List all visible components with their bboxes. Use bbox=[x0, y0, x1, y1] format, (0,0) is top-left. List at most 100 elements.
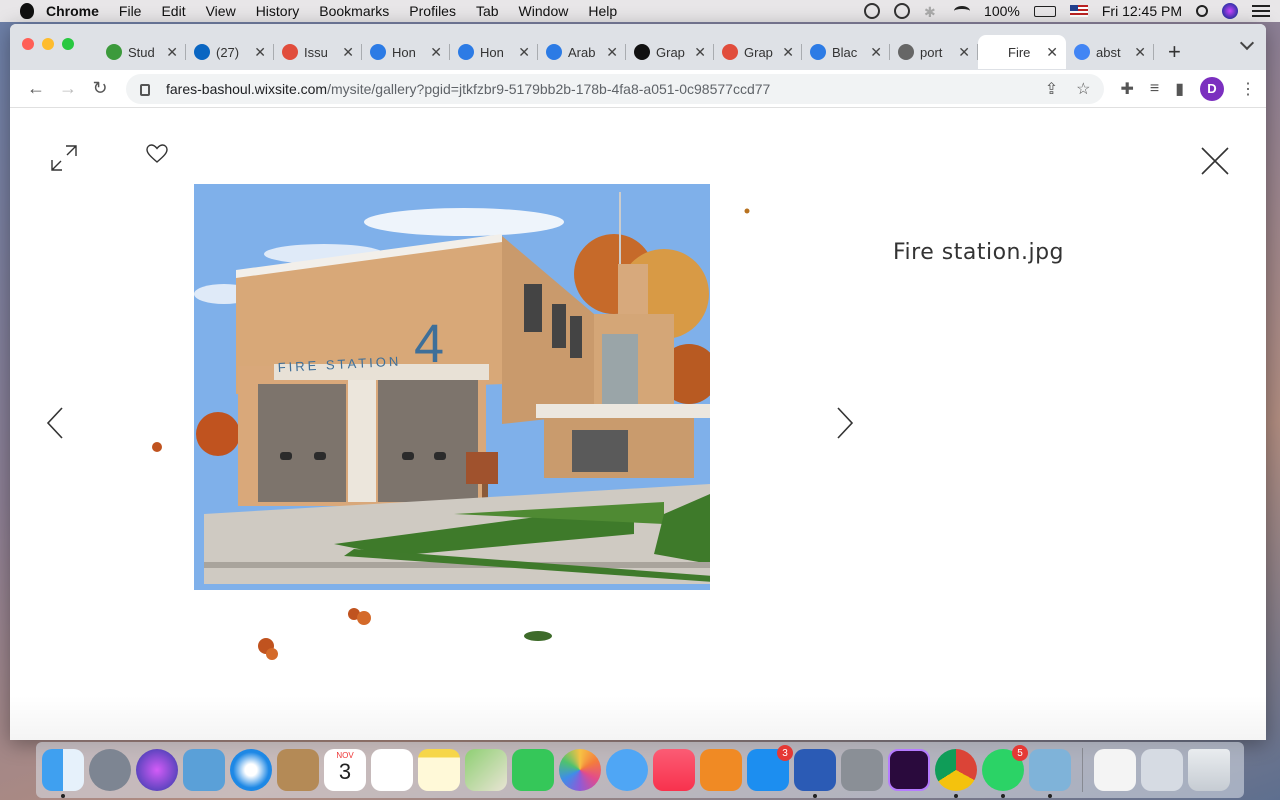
tab-close-icon[interactable]: ✕ bbox=[1134, 44, 1146, 61]
facetime-icon[interactable] bbox=[512, 749, 554, 791]
reminders-icon[interactable] bbox=[371, 749, 413, 791]
apple-icon[interactable] bbox=[20, 3, 34, 19]
tab-close-icon[interactable]: ✕ bbox=[430, 44, 442, 61]
previous-arrow-icon[interactable] bbox=[44, 406, 66, 440]
wifi-icon[interactable] bbox=[954, 6, 971, 16]
chrome-menu-icon[interactable]: ⋮ bbox=[1240, 79, 1256, 99]
zoom-window-button[interactable] bbox=[62, 38, 74, 50]
spotlight-icon[interactable] bbox=[1196, 5, 1208, 17]
gallery-image[interactable]: FIRE STATION 4 bbox=[194, 184, 710, 590]
menubar-clock[interactable]: Fri 12:45 PM bbox=[1102, 3, 1182, 19]
image-title: Fire station.jpg bbox=[893, 240, 1065, 265]
bookmark-star-icon[interactable]: ☆ bbox=[1076, 79, 1090, 99]
tab-close-icon[interactable]: ✕ bbox=[342, 44, 354, 61]
browser-tab[interactable]: Fire ✕ bbox=[978, 35, 1066, 69]
menu-help[interactable]: Help bbox=[588, 3, 617, 19]
browser-tab[interactable]: Issu ✕ bbox=[274, 35, 362, 69]
reload-button[interactable]: ↻ bbox=[84, 75, 116, 103]
heart-icon[interactable] bbox=[146, 144, 168, 164]
url-host: fares-bashoul.wixsite.com bbox=[166, 80, 328, 97]
safari-icon[interactable] bbox=[230, 749, 272, 791]
contacts-icon[interactable] bbox=[277, 749, 319, 791]
system-preferences-icon[interactable] bbox=[841, 749, 883, 791]
messages-icon[interactable] bbox=[606, 749, 648, 791]
launchpad-icon[interactable] bbox=[89, 749, 131, 791]
whatsapp-icon[interactable]: 5 bbox=[982, 745, 1028, 798]
browser-tab[interactable]: (27) ✕ bbox=[186, 35, 274, 69]
browser-tab[interactable]: Hon ✕ bbox=[362, 35, 450, 69]
back-button[interactable]: ← bbox=[20, 75, 52, 103]
browser-tab[interactable]: port ✕ bbox=[890, 35, 978, 69]
downloads-stack-icon[interactable] bbox=[1094, 749, 1136, 791]
leaf-decoration bbox=[348, 608, 371, 625]
minimize-window-button[interactable] bbox=[42, 38, 54, 50]
tab-search-chevron-icon[interactable] bbox=[1239, 35, 1255, 51]
close-window-button[interactable] bbox=[22, 38, 34, 50]
calendar-icon[interactable]: NOV 3 bbox=[324, 749, 366, 791]
extensions-puzzle-icon[interactable]: ✚ bbox=[1120, 79, 1133, 99]
recent-document-icon[interactable] bbox=[1141, 749, 1183, 791]
close-icon[interactable] bbox=[1200, 146, 1230, 176]
tab-close-icon[interactable]: ✕ bbox=[958, 44, 970, 61]
creative-cloud-icon[interactable] bbox=[864, 3, 881, 19]
music-icon[interactable] bbox=[653, 749, 695, 791]
preview-icon[interactable] bbox=[1029, 749, 1071, 798]
menu-history[interactable]: History bbox=[256, 3, 300, 19]
input-source-flag-icon[interactable] bbox=[1069, 5, 1088, 17]
reading-list-icon[interactable]: ≡ bbox=[1150, 80, 1159, 98]
notes-icon[interactable] bbox=[418, 749, 460, 791]
app-store-badge: 3 bbox=[777, 745, 793, 761]
forward-button[interactable]: → bbox=[52, 75, 84, 103]
tab-close-icon[interactable]: ✕ bbox=[606, 44, 618, 61]
app-store-icon[interactable]: 3 bbox=[747, 745, 793, 791]
menu-app-name[interactable]: Chrome bbox=[46, 3, 99, 19]
share-icon[interactable]: ⇪ bbox=[1045, 79, 1058, 99]
menu-window[interactable]: Window bbox=[519, 3, 569, 19]
word-icon[interactable] bbox=[794, 749, 836, 798]
tab-close-icon[interactable]: ✕ bbox=[518, 44, 530, 61]
fullscreen-expand-icon[interactable] bbox=[50, 144, 78, 172]
menu-view[interactable]: View bbox=[206, 3, 236, 19]
menu-profiles[interactable]: Profiles bbox=[409, 3, 456, 19]
dock: NOV 3 3 5 bbox=[36, 742, 1244, 798]
siri-icon[interactable] bbox=[1222, 3, 1238, 19]
side-panel-icon[interactable]: ▮ bbox=[1175, 79, 1184, 99]
menu-tab[interactable]: Tab bbox=[476, 3, 499, 19]
tab-close-icon[interactable]: ✕ bbox=[166, 44, 178, 61]
siri-app-icon[interactable] bbox=[136, 749, 178, 791]
browser-tab[interactable]: Blac ✕ bbox=[802, 35, 890, 69]
mail-preview-icon[interactable] bbox=[183, 749, 225, 791]
browser-tab[interactable]: abst ✕ bbox=[1066, 35, 1154, 69]
browser-tab[interactable]: Hon ✕ bbox=[450, 35, 538, 69]
battery-icon[interactable] bbox=[1033, 5, 1056, 17]
tab-close-icon[interactable]: ✕ bbox=[1046, 44, 1058, 61]
maps-icon[interactable] bbox=[465, 749, 507, 791]
tab-close-icon[interactable]: ✕ bbox=[254, 44, 266, 61]
browser-tab[interactable]: Arab ✕ bbox=[538, 35, 626, 69]
tab-favicon-icon bbox=[106, 44, 122, 60]
premiere-pro-icon[interactable] bbox=[888, 749, 930, 791]
chrome-icon[interactable] bbox=[935, 749, 977, 798]
profile-avatar[interactable]: D bbox=[1200, 76, 1224, 101]
time-machine-icon[interactable] bbox=[894, 3, 911, 19]
browser-tab[interactable]: Grap ✕ bbox=[714, 35, 802, 69]
address-bar[interactable]: fares-bashoul.wixsite.com /mysite/galler… bbox=[126, 73, 1105, 104]
trash-icon[interactable] bbox=[1188, 749, 1230, 791]
finder-icon[interactable] bbox=[42, 749, 84, 798]
tab-close-icon[interactable]: ✕ bbox=[870, 44, 882, 61]
tab-close-icon[interactable]: ✕ bbox=[694, 44, 706, 61]
books-icon[interactable] bbox=[700, 749, 742, 791]
notification-center-icon[interactable] bbox=[1252, 5, 1270, 17]
menu-file[interactable]: File bbox=[119, 3, 142, 19]
new-tab-icon[interactable]: + bbox=[1168, 35, 1181, 69]
next-arrow-icon[interactable] bbox=[834, 406, 856, 440]
browser-tab[interactable]: Grap ✕ bbox=[626, 35, 714, 69]
photos-icon[interactable] bbox=[559, 749, 601, 791]
menu-edit[interactable]: Edit bbox=[161, 3, 185, 19]
tab-favicon-icon bbox=[898, 44, 914, 60]
tab-close-icon[interactable]: ✕ bbox=[782, 44, 794, 61]
lock-icon[interactable] bbox=[140, 83, 150, 96]
browser-tab[interactable]: Stud ✕ bbox=[98, 35, 186, 69]
menu-bookmarks[interactable]: Bookmarks bbox=[319, 3, 389, 19]
bluetooth-icon[interactable]: ✱ bbox=[924, 4, 940, 20]
